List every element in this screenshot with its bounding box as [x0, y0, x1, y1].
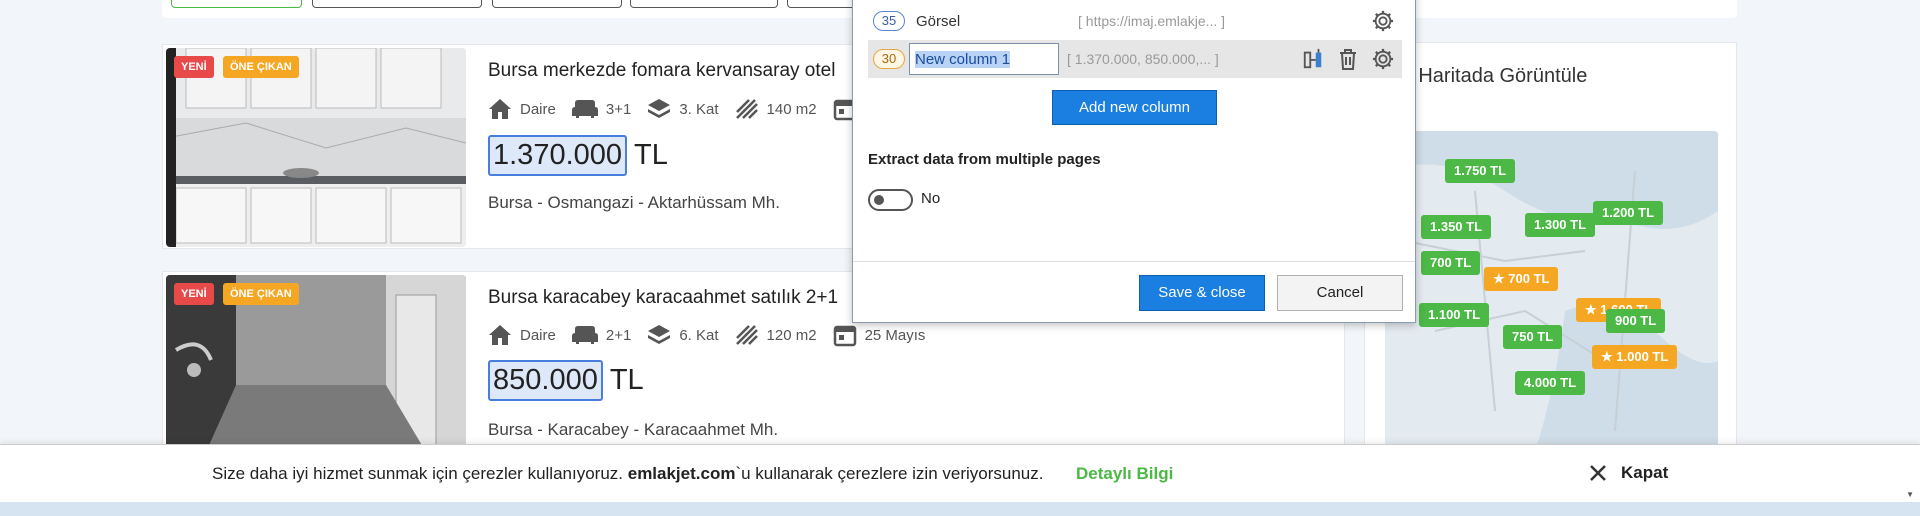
column-sample: [ https://imaj.emlakje... ] — [1078, 13, 1226, 29]
feature-area: 140 m2 — [735, 98, 817, 120]
feature-type-label: Daire — [520, 100, 556, 118]
map-pin-featured[interactable]: ★ 1.000 TL — [1592, 345, 1678, 369]
map-pin[interactable]: 1.100 TL — [1419, 303, 1490, 327]
column-name-input[interactable]: New column 1 — [909, 43, 1059, 75]
filter-button[interactable] — [171, 0, 302, 8]
feature-type: Daire — [488, 98, 556, 120]
area-icon — [735, 325, 758, 345]
extract-multiple-pages-label: Extract data from multiple pages — [868, 151, 1101, 168]
column-row-selected[interactable]: 30 New column 1 [ 1.370.000, 850.000,...… — [868, 40, 1402, 78]
map-pin[interactable]: 1.200 TL — [1593, 201, 1664, 225]
calendar-icon — [833, 325, 856, 347]
listing-location: Bursa - Karacabey - Karacaahmet Mh. — [488, 420, 779, 439]
column-actions — [1302, 48, 1394, 70]
feature-rooms: 2+1 — [571, 325, 632, 345]
map-pin[interactable]: 1.300 TL — [1525, 213, 1596, 237]
badge-featured: ÖNE ÇIKAN — [223, 56, 299, 78]
feature-area-label: 140 m2 — [766, 100, 817, 118]
listing-features: Daire 3+1 3. Kat 140 m2 — [488, 97, 881, 121]
listing-title[interactable]: Bursa karacabey karacaahmet satılık 2+1 — [488, 287, 838, 309]
column-sample: [ 1.370.000, 850.000,... ] — [1067, 51, 1219, 67]
listing-title[interactable]: Bursa merkezde fomara kervansaray otel — [488, 60, 835, 82]
feature-floor-label: 3. Kat — [679, 100, 719, 118]
feature-type-label: Daire — [520, 326, 556, 344]
cookie-site: emlakjet.com — [627, 464, 736, 483]
cookie-bar: Size daha iyi hizmet sunmak için çerezle… — [0, 444, 1920, 502]
filter-button[interactable] — [492, 0, 622, 8]
map-pin-label: 700 TL — [1508, 271, 1550, 286]
trash-icon[interactable] — [1338, 48, 1358, 70]
save-close-button[interactable]: Save & close — [1139, 275, 1265, 311]
column-actions — [1372, 10, 1394, 32]
price-value: 1.370.000 — [488, 135, 628, 176]
bottom-strip — [0, 502, 1920, 516]
cookie-close-label: Kapat — [1621, 463, 1669, 482]
sofa-icon — [571, 326, 598, 344]
cookie-details-link[interactable]: Detaylı Bilgi — [1076, 464, 1173, 484]
add-column-button[interactable]: Add new column — [1052, 90, 1217, 125]
badge-new: YENİ — [174, 283, 214, 305]
map-pin[interactable]: 750 TL — [1503, 325, 1563, 349]
listing-location: Bursa - Osmangazi - Aktarhüssam Mh. — [488, 193, 780, 212]
map-pin[interactable]: 4.000 TL — [1515, 371, 1586, 395]
cookie-text-before: Size daha iyi hizmet sunmak için çerezle… — [212, 464, 628, 483]
scroll-down-arrow-icon[interactable]: ▼ — [1906, 490, 1914, 499]
column-count-badge: 35 — [873, 11, 905, 31]
feature-floor: 6. Kat — [647, 324, 719, 346]
home-icon — [489, 325, 511, 345]
listing-features: Daire 2+1 6. Kat 120 m2 25 Mayıs — [488, 323, 941, 347]
filter-button[interactable] — [312, 0, 482, 8]
map-pin[interactable]: 1.350 TL — [1421, 215, 1492, 239]
feature-rooms: 3+1 — [571, 99, 632, 119]
feature-type: Daire — [488, 324, 556, 346]
gear-icon[interactable] — [1372, 10, 1394, 32]
feature-area-label: 120 m2 — [766, 326, 817, 344]
map-pin[interactable]: 1.750 TL — [1445, 159, 1516, 183]
layers-icon — [648, 99, 671, 118]
feature-rooms-label: 2+1 — [605, 326, 632, 344]
column-row[interactable]: 35 Görsel [ https://imaj.emlakje... ] — [868, 2, 1402, 40]
column-name[interactable]: Görsel — [916, 13, 1066, 30]
feature-floor-label: 6. Kat — [679, 326, 719, 344]
feature-area: 120 m2 — [735, 324, 817, 346]
extract-dialog: 35 Görsel [ https://imaj.emlakje... ] 30… — [852, 0, 1416, 323]
layers-icon — [648, 325, 671, 344]
column-select-icon[interactable] — [1302, 48, 1324, 70]
multiple-pages-toggle[interactable] — [868, 189, 913, 211]
price-currency: TL — [609, 364, 644, 396]
home-icon — [489, 99, 511, 119]
map-panel: ları Haritada Görüntüle 1.750 TL 1.350 T… — [1364, 42, 1737, 462]
cookie-text-after: `u kullanarak çerezlere izin veriyorsunu… — [735, 464, 1044, 483]
map-pin-label: 1.000 TL — [1616, 349, 1669, 364]
map-pin[interactable]: 700 TL — [1421, 251, 1481, 275]
toggle-label: No — [921, 190, 941, 207]
column-name-selected-text: New column 1 — [915, 50, 1011, 68]
feature-date-label: 25 Mayıs — [864, 326, 926, 344]
filter-button[interactable] — [630, 0, 778, 8]
feature-rooms-label: 3+1 — [605, 100, 632, 118]
listing-photo[interactable]: YENİ ÖNE ÇIKAN — [166, 48, 466, 247]
cookie-close-button[interactable]: Kapat — [1589, 463, 1668, 483]
price-value: 850.000 — [488, 360, 603, 401]
sofa-icon — [571, 100, 598, 118]
area-icon — [735, 99, 758, 119]
dialog-divider — [853, 261, 1415, 262]
gear-icon[interactable] — [1372, 48, 1394, 70]
cancel-button[interactable]: Cancel — [1277, 275, 1403, 311]
badge-new: YENİ — [174, 56, 214, 78]
close-icon — [1590, 465, 1606, 481]
map-pin[interactable]: 900 TL — [1606, 309, 1666, 333]
column-count-badge: 30 — [873, 49, 905, 69]
listing-price: 1.370.000 TL — [488, 135, 668, 176]
badge-featured: ÖNE ÇIKAN — [223, 283, 299, 305]
listing-photo[interactable]: YENİ ÖNE ÇIKAN — [166, 275, 466, 452]
feature-floor: 3. Kat — [647, 98, 719, 120]
feature-date: 25 Mayıs — [833, 323, 926, 347]
map-pin-featured[interactable]: ★ 700 TL — [1484, 267, 1559, 291]
cookie-message: Size daha iyi hizmet sunmak için çerezle… — [212, 464, 1044, 484]
listing-price: 850.000 TL — [488, 360, 644, 401]
map[interactable]: 1.750 TL 1.350 TL 1.300 TL 1.200 TL 700 … — [1385, 131, 1718, 451]
price-currency: TL — [634, 139, 668, 171]
